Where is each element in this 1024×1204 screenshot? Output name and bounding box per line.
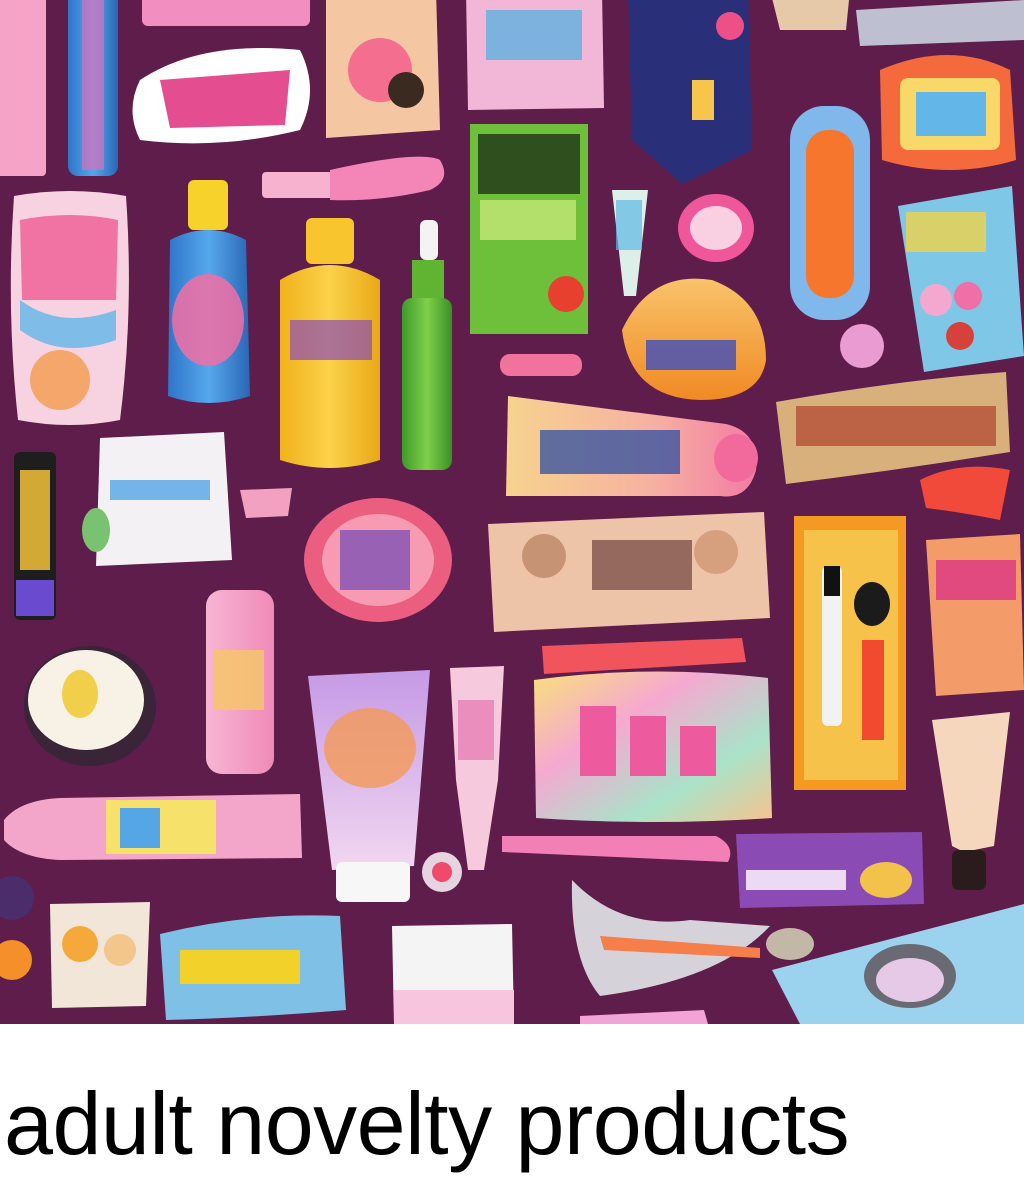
product-collage-drawing: [0, 0, 1024, 1024]
caption-text: adult novelty products: [4, 1074, 850, 1173]
product-collage-image: [0, 0, 1024, 1024]
